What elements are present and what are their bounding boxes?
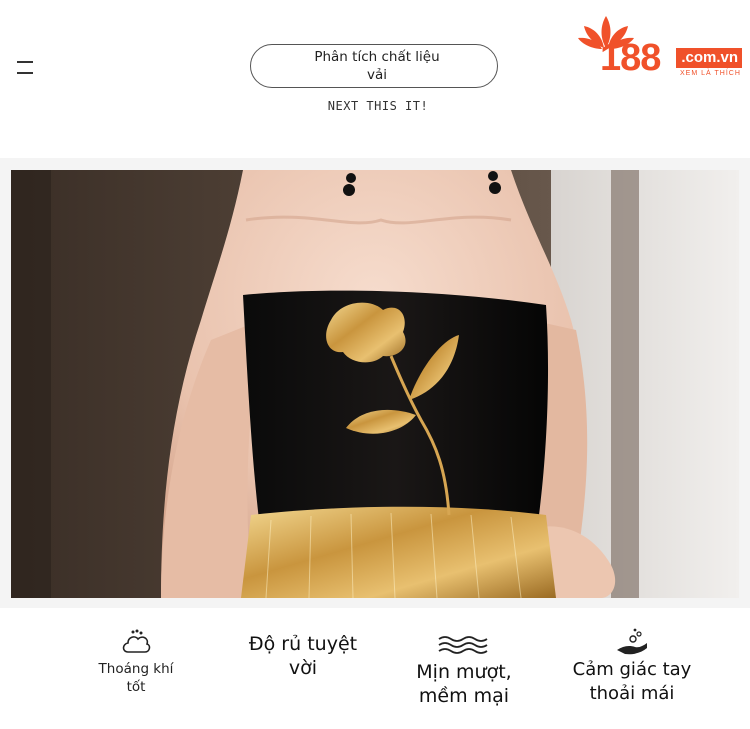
feature-strip: Thoáng khí tốt Độ rủ tuyệt vời Mịn mượt,… bbox=[0, 608, 750, 729]
feature-drape: Độ rủ tuyệt vời bbox=[240, 632, 366, 680]
page-title: Phân tích chất liệu vải bbox=[304, 48, 450, 84]
cloud-breathable-icon bbox=[122, 629, 151, 653]
hand-comfort-icon bbox=[617, 628, 647, 655]
feature-label: Thoáng khí tốt bbox=[98, 661, 174, 695]
feature-label: Mịn mượt, mềm mại bbox=[416, 661, 512, 707]
menu-button[interactable] bbox=[14, 58, 36, 78]
brand-logo[interactable]: 188 .com.vn XEM LÀ THÍCH bbox=[576, 12, 746, 84]
feature-label: Cảm giác tay thoải mái bbox=[572, 659, 692, 704]
logo-number: 188 bbox=[600, 37, 661, 79]
tagline: NEXT THIS IT! bbox=[327, 99, 429, 113]
feature-label: Độ rủ tuyệt vời bbox=[248, 633, 358, 679]
feature-comfort: Cảm giác tay thoải mái bbox=[564, 628, 700, 706]
feature-smooth: Mịn mượt, mềm mại bbox=[400, 634, 528, 708]
waves-smooth-icon bbox=[438, 636, 488, 654]
logo-slogan: XEM LÀ THÍCH bbox=[680, 70, 741, 77]
feature-breathable: Thoáng khí tốt bbox=[88, 628, 184, 696]
product-photo bbox=[11, 170, 739, 598]
logo-domain: .com.vn bbox=[676, 48, 742, 68]
hamburger-menu-icon bbox=[17, 61, 33, 63]
